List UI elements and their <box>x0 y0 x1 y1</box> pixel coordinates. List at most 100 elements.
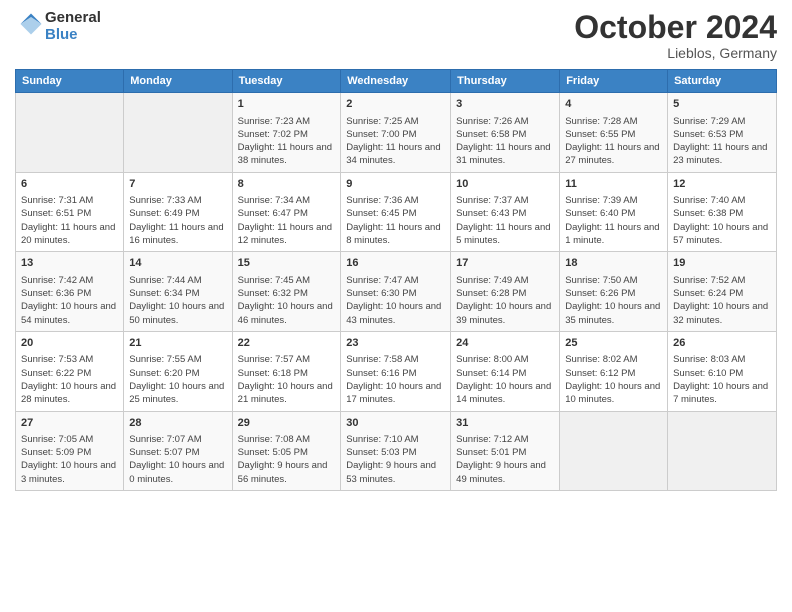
cell-content: Sunrise: 7:28 AMSunset: 6:55 PMDaylight:… <box>565 115 662 168</box>
day-number: 22 <box>238 336 336 351</box>
cell-content: Sunrise: 7:44 AMSunset: 6:34 PMDaylight:… <box>129 274 226 327</box>
day-number: 4 <box>565 97 662 112</box>
cell-content: Sunrise: 7:47 AMSunset: 6:30 PMDaylight:… <box>346 274 445 327</box>
calendar-cell: 18 Sunrise: 7:50 AMSunset: 6:26 PMDayligh… <box>560 252 668 332</box>
calendar-cell: 21 Sunrise: 7:55 AMSunset: 6:20 PMDayligh… <box>124 331 232 411</box>
calendar-cell: 8 Sunrise: 7:34 AMSunset: 6:47 PMDaylight… <box>232 172 341 252</box>
cell-content: Sunrise: 7:07 AMSunset: 5:07 PMDaylight:… <box>129 433 226 486</box>
day-number: 1 <box>238 97 336 112</box>
week-row-3: 13 Sunrise: 7:42 AMSunset: 6:36 PMDayligh… <box>16 252 777 332</box>
cell-content: Sunrise: 7:58 AMSunset: 6:16 PMDaylight:… <box>346 353 445 406</box>
cell-content: Sunrise: 7:50 AMSunset: 6:26 PMDaylight:… <box>565 274 662 327</box>
day-number: 8 <box>238 177 336 192</box>
cell-content: Sunrise: 7:39 AMSunset: 6:40 PMDaylight:… <box>565 194 662 247</box>
cell-content: Sunrise: 7:26 AMSunset: 6:58 PMDaylight:… <box>456 115 554 168</box>
cell-content: Sunrise: 7:10 AMSunset: 5:03 PMDaylight:… <box>346 433 445 486</box>
column-header-monday: Monday <box>124 70 232 93</box>
day-number: 9 <box>346 177 445 192</box>
month-title: October 2024 <box>574 10 777 45</box>
cell-content: Sunrise: 7:05 AMSunset: 5:09 PMDaylight:… <box>21 433 118 486</box>
location: Lieblos, Germany <box>574 45 777 61</box>
day-number: 21 <box>129 336 226 351</box>
cell-content: Sunrise: 7:08 AMSunset: 5:05 PMDaylight:… <box>238 433 336 486</box>
calendar-cell: 9Sunrise: 7:36 AMSunset: 6:45 PMDaylight… <box>341 172 451 252</box>
calendar-table: SundayMondayTuesdayWednesdayThursdayFrid… <box>15 69 777 491</box>
week-row-4: 20 Sunrise: 7:53 AMSunset: 6:22 PMDayligh… <box>16 331 777 411</box>
calendar-cell <box>16 93 124 173</box>
column-header-sunday: Sunday <box>16 70 124 93</box>
day-number: 31 <box>456 416 554 431</box>
calendar-cell: 4 Sunrise: 7:28 AMSunset: 6:55 PMDaylight… <box>560 93 668 173</box>
cell-content: Sunrise: 7:37 AMSunset: 6:43 PMDaylight:… <box>456 194 554 247</box>
day-number: 23 <box>346 336 445 351</box>
calendar-cell: 29 Sunrise: 7:08 AMSunset: 5:05 PMDayligh… <box>232 411 341 491</box>
day-number: 15 <box>238 256 336 271</box>
cell-content: Sunrise: 7:55 AMSunset: 6:20 PMDaylight:… <box>129 353 226 406</box>
column-header-tuesday: Tuesday <box>232 70 341 93</box>
calendar-cell: 15 Sunrise: 7:45 AMSunset: 6:32 PMDayligh… <box>232 252 341 332</box>
calendar-cell: 17Sunrise: 7:49 AMSunset: 6:28 PMDayligh… <box>451 252 560 332</box>
calendar-cell: 10 Sunrise: 7:37 AMSunset: 6:43 PMDayligh… <box>451 172 560 252</box>
calendar-cell: 14 Sunrise: 7:44 AMSunset: 6:34 PMDayligh… <box>124 252 232 332</box>
calendar-cell: 19Sunrise: 7:52 AMSunset: 6:24 PMDayligh… <box>668 252 777 332</box>
cell-content: Sunrise: 7:45 AMSunset: 6:32 PMDaylight:… <box>238 274 336 327</box>
page: GeneralBlue October 2024 Lieblos, German… <box>0 0 792 612</box>
day-number: 27 <box>21 416 118 431</box>
cell-content: Sunrise: 7:12 AMSunset: 5:01 PMDaylight:… <box>456 433 554 486</box>
cell-content: Sunrise: 7:29 AMSunset: 6:53 PMDaylight:… <box>673 115 771 168</box>
calendar-cell: 25Sunrise: 8:02 AMSunset: 6:12 PMDayligh… <box>560 331 668 411</box>
cell-content: Sunrise: 7:34 AMSunset: 6:47 PMDaylight:… <box>238 194 336 247</box>
day-number: 29 <box>238 416 336 431</box>
calendar-cell: 28 Sunrise: 7:07 AMSunset: 5:07 PMDayligh… <box>124 411 232 491</box>
day-number: 24 <box>456 336 554 351</box>
cell-content: Sunrise: 7:40 AMSunset: 6:38 PMDaylight:… <box>673 194 771 247</box>
day-number: 28 <box>129 416 226 431</box>
day-number: 18 <box>565 256 662 271</box>
logo-text: GeneralBlue <box>45 10 101 43</box>
calendar-cell: 24Sunrise: 8:00 AMSunset: 6:14 PMDayligh… <box>451 331 560 411</box>
day-number: 10 <box>456 177 554 192</box>
calendar-cell <box>124 93 232 173</box>
day-number: 14 <box>129 256 226 271</box>
cell-content: Sunrise: 7:33 AMSunset: 6:49 PMDaylight:… <box>129 194 226 247</box>
day-number: 16 <box>346 256 445 271</box>
day-number: 20 <box>21 336 118 351</box>
column-header-thursday: Thursday <box>451 70 560 93</box>
calendar-cell: 5 Sunrise: 7:29 AMSunset: 6:53 PMDaylight… <box>668 93 777 173</box>
cell-content: Sunrise: 7:49 AMSunset: 6:28 PMDaylight:… <box>456 274 554 327</box>
calendar-cell: 22 Sunrise: 7:57 AMSunset: 6:18 PMDayligh… <box>232 331 341 411</box>
column-header-saturday: Saturday <box>668 70 777 93</box>
day-number: 13 <box>21 256 118 271</box>
day-number: 30 <box>346 416 445 431</box>
day-number: 19 <box>673 256 771 271</box>
header-row: SundayMondayTuesdayWednesdayThursdayFrid… <box>16 70 777 93</box>
calendar-cell <box>668 411 777 491</box>
logo: GeneralBlue <box>15 10 101 43</box>
day-number: 25 <box>565 336 662 351</box>
day-number: 11 <box>565 177 662 192</box>
logo-icon <box>17 10 45 38</box>
calendar-cell: 27 Sunrise: 7:05 AMSunset: 5:09 PMDayligh… <box>16 411 124 491</box>
day-number: 5 <box>673 97 771 112</box>
calendar-cell: 2Sunrise: 7:25 AMSunset: 7:00 PMDaylight… <box>341 93 451 173</box>
cell-content: Sunrise: 7:53 AMSunset: 6:22 PMDaylight:… <box>21 353 118 406</box>
calendar-cell: 23 Sunrise: 7:58 AMSunset: 6:16 PMDayligh… <box>341 331 451 411</box>
cell-content: Sunrise: 7:42 AMSunset: 6:36 PMDaylight:… <box>21 274 118 327</box>
calendar-cell: 1 Sunrise: 7:23 AMSunset: 7:02 PMDaylight… <box>232 93 341 173</box>
calendar-cell <box>560 411 668 491</box>
calendar-cell: 20 Sunrise: 7:53 AMSunset: 6:22 PMDayligh… <box>16 331 124 411</box>
column-header-wednesday: Wednesday <box>341 70 451 93</box>
day-number: 7 <box>129 177 226 192</box>
calendar-cell: 6Sunrise: 7:31 AMSunset: 6:51 PMDaylight… <box>16 172 124 252</box>
cell-content: Sunrise: 7:23 AMSunset: 7:02 PMDaylight:… <box>238 115 336 168</box>
calendar-cell: 30 Sunrise: 7:10 AMSunset: 5:03 PMDayligh… <box>341 411 451 491</box>
cell-content: Sunrise: 8:03 AMSunset: 6:10 PMDaylight:… <box>673 353 771 406</box>
cell-content: Sunrise: 7:31 AMSunset: 6:51 PMDaylight:… <box>21 194 118 247</box>
calendar-cell: 3Sunrise: 7:26 AMSunset: 6:58 PMDaylight… <box>451 93 560 173</box>
calendar-cell: 11 Sunrise: 7:39 AMSunset: 6:40 PMDayligh… <box>560 172 668 252</box>
calendar-cell: 12 Sunrise: 7:40 AMSunset: 6:38 PMDayligh… <box>668 172 777 252</box>
title-block: October 2024 Lieblos, Germany <box>574 10 777 61</box>
day-number: 12 <box>673 177 771 192</box>
cell-content: Sunrise: 7:57 AMSunset: 6:18 PMDaylight:… <box>238 353 336 406</box>
day-number: 26 <box>673 336 771 351</box>
